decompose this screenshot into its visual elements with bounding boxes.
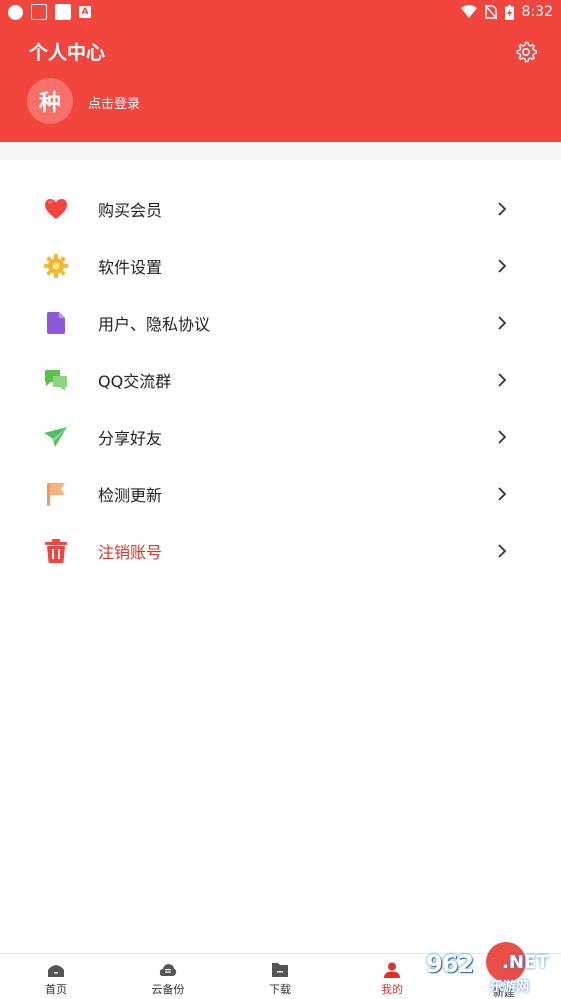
chat-icon [43, 367, 69, 393]
battery-charging-icon [504, 4, 514, 20]
menu-item-delete-account[interactable]: 注销账号 [0, 522, 561, 579]
status-time: 8:32 [521, 4, 553, 20]
menu-item-label: 检测更新 [98, 485, 163, 505]
gear-sun-icon [43, 253, 69, 279]
folder-icon [272, 963, 288, 977]
no-sim-icon [484, 5, 497, 19]
news-app-icon [31, 4, 47, 20]
menu-item-label: 软件设置 [98, 257, 163, 277]
chevron-right-icon [498, 201, 507, 216]
square-app-icon [55, 4, 71, 20]
page-title: 个人中心 [29, 42, 106, 64]
circle-app-icon [8, 4, 23, 20]
settings-menu: 购买会员 软件设置 用户、隐私协议 QQ交流群 分享好友 检测更新 注销账号 [0, 180, 561, 579]
menu-item-qq-group[interactable]: QQ交流群 [0, 351, 561, 408]
nav-item-cloud-backup[interactable]: 云备份 [112, 954, 224, 999]
home-icon [48, 965, 64, 977]
profile-header: 个人中心 种 点击登录 [0, 24, 561, 142]
heart-icon [43, 196, 69, 222]
flag-icon [43, 481, 69, 507]
watermark-brand: 962 [426, 950, 474, 978]
nav-label: 我的 [381, 983, 403, 996]
menu-item-label: 购买会员 [98, 200, 163, 220]
wifi-icon [460, 5, 477, 18]
watermark-suffix: .NET [502, 952, 549, 973]
menu-item-check-update[interactable]: 检测更新 [0, 465, 561, 522]
chevron-right-icon [498, 543, 507, 558]
login-link[interactable]: 点击登录 [88, 93, 140, 112]
cloud-icon [159, 964, 177, 976]
nav-label: 云备份 [151, 983, 185, 996]
menu-item-privacy-agreement[interactable]: 用户、隐私协议 [0, 294, 561, 351]
section-divider [0, 142, 561, 160]
menu-item-label: 用户、隐私协议 [98, 314, 211, 334]
menu-item-buy-membership[interactable]: 购买会员 [0, 180, 561, 237]
chevron-right-icon [498, 258, 507, 273]
nav-item-home[interactable]: 首页 [0, 954, 112, 999]
chevron-right-icon [498, 315, 507, 330]
status-bar: A 8:32 [0, 0, 561, 24]
watermark-logo: 962 .NET 乐游网 [420, 938, 561, 999]
menu-item-share-friends[interactable]: 分享好友 [0, 408, 561, 465]
trash-icon [43, 538, 69, 564]
chevron-right-icon [498, 486, 507, 501]
menu-item-software-settings[interactable]: 软件设置 [0, 237, 561, 294]
menu-item-label: 分享好友 [98, 428, 163, 448]
document-icon [43, 310, 69, 336]
paper-plane-icon [43, 424, 69, 450]
nav-label: 首页 [45, 983, 67, 996]
user-icon [384, 962, 400, 978]
avatar[interactable]: 种 [27, 78, 73, 124]
chevron-right-icon [498, 429, 507, 444]
menu-item-label: 注销账号 [98, 542, 163, 562]
watermark-sub: 乐游网 [490, 980, 530, 995]
settings-icon[interactable] [514, 40, 538, 64]
a-app-icon: A [79, 6, 91, 18]
chevron-right-icon [498, 372, 507, 387]
menu-item-label: QQ交流群 [98, 371, 172, 391]
nav-item-download[interactable]: 下载 [224, 954, 336, 999]
nav-label: 下载 [269, 983, 291, 996]
